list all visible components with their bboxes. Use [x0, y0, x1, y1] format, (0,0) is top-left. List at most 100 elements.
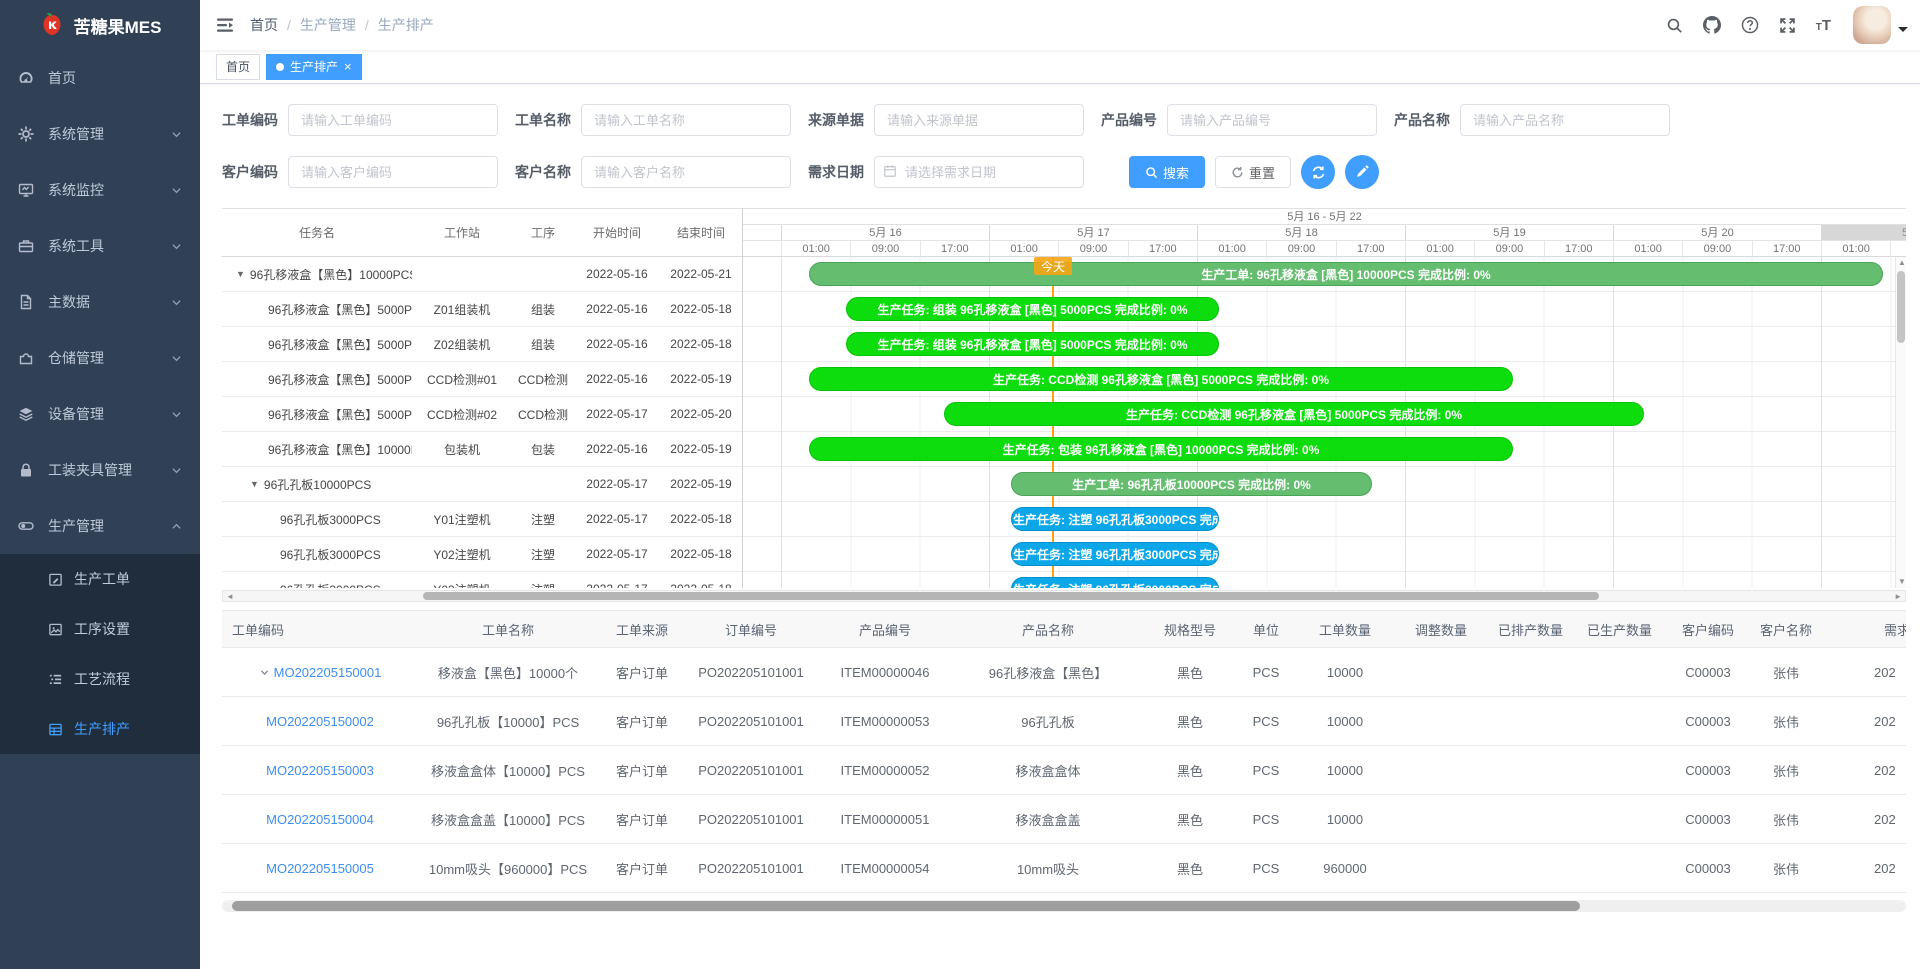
reset-button[interactable]: 重置 [1215, 156, 1291, 188]
sidebar-item-process-flow[interactable]: 工艺流程 [0, 654, 200, 704]
collapse-icon[interactable]: ▼ [236, 269, 245, 279]
gantt-row[interactable]: 96孔移液盒【黑色】5000PCS CCD检测#01 CCD检测 2022-05… [222, 362, 742, 397]
table-row[interactable]: MO202205150005 10mm吸头【960000】PCS 客户订单 PO… [222, 844, 1906, 893]
collapse-icon[interactable]: ▼ [250, 479, 259, 489]
hamburger-icon[interactable] [200, 15, 250, 35]
sidebar-item-warehouse-mgmt[interactable]: 仓储管理 [0, 330, 200, 386]
gantt-bar-task[interactable]: 生产任务: 注塑 96孔孔板3000PCS 完成比例: 0% [1011, 542, 1219, 566]
refresh-circle-button[interactable] [1301, 155, 1335, 189]
edit-circle-button[interactable] [1345, 155, 1379, 189]
gantt-row[interactable]: 96孔移液盒【黑色】5000PCS Z02组装机 组装 2022-05-16 2… [222, 327, 742, 362]
gantt-bar-task[interactable]: 生产任务: 包装 96孔移液盒 [黑色] 10000PCS 完成比例: 0% [809, 437, 1513, 461]
table-row[interactable]: MO202205150004 移液盒盒盖【10000】PCS 客户订单 PO20… [222, 795, 1906, 844]
col-customer-name: 客户名称 [1752, 620, 1820, 639]
scroll-up-icon[interactable]: ▲ [1898, 259, 1906, 267]
gantt-bar-workorder[interactable]: 生产工单: 96孔移液盒 [黑色] 10000PCS 完成比例: 0% [809, 262, 1883, 286]
timeline-week-label: 5月 16 - 5月 22 [743, 209, 1906, 225]
sidebar-item-master-data[interactable]: 主数据 [0, 274, 200, 330]
field-label: 需求日期 [808, 162, 874, 182]
workorder-link[interactable]: MO202205150003 [266, 763, 374, 778]
search-icon[interactable] [1656, 17, 1693, 34]
github-icon[interactable] [1693, 16, 1731, 34]
gantt-horizontal-scrollbar[interactable]: ◄ ► [222, 590, 1906, 602]
close-icon[interactable]: × [344, 60, 352, 73]
gantt-row[interactable]: ▼96孔移液盒【黑色】10000PCS 2022-05-16 2022-05-2… [222, 257, 742, 292]
breadcrumb-production-mgmt[interactable]: 生产管理 [300, 15, 356, 35]
gantt-bar-task[interactable]: 生产任务: 注塑 96孔孔板3000PCS 完成比例: 0% [1011, 507, 1219, 531]
scrollbar-thumb[interactable] [423, 592, 1599, 600]
gantt-bar-task[interactable]: 生产任务: 组装 96孔移液盒 [黑色] 5000PCS 完成比例: 0% [846, 332, 1219, 356]
breadcrumb-home[interactable]: 首页 [250, 15, 278, 35]
timeline-day-weekend: 5月 21 [1821, 225, 1906, 240]
search-button[interactable]: 搜索 [1129, 156, 1205, 188]
gantt-row[interactable]: 96孔移液盒【黑色】5000PCS Z01组装机 组装 2022-05-16 2… [222, 292, 742, 327]
workorder-link[interactable]: MO202205150001 [274, 665, 382, 680]
cell: 202 [1820, 812, 1906, 827]
sidebar-item-equipment-mgmt[interactable]: 设备管理 [0, 386, 200, 442]
app-logo[interactable]: 苦糖果MES [0, 0, 200, 50]
workorder-link[interactable]: MO202205150002 [266, 714, 374, 729]
font-size-icon[interactable]: TT [1806, 17, 1841, 34]
start-time: 2022-05-16 [574, 372, 660, 386]
gantt-bar-task[interactable]: 生产任务: 注塑 96孔孔板3000PCS 完成比例: 0% [1011, 577, 1219, 588]
help-icon[interactable] [1731, 16, 1769, 34]
tab-production-scheduling[interactable]: 生产排产 × [266, 54, 362, 80]
gantt-bar-workorder[interactable]: 生产工单: 96孔孔板10000PCS 完成比例: 0% [1011, 472, 1372, 496]
sidebar-item-home[interactable]: 首页 [0, 50, 200, 106]
workorder-link[interactable]: MO202205150005 [266, 861, 374, 876]
scroll-down-icon[interactable]: ▼ [1898, 578, 1906, 586]
scrollbar-thumb[interactable] [1897, 271, 1905, 343]
cell: PO202205101001 [686, 665, 816, 680]
customer-code-input[interactable] [288, 156, 498, 188]
timeline-hour: 09:00 [1474, 241, 1543, 256]
gantt-row[interactable]: 96孔移液盒【黑色】10000PCS 包装机 包装 2022-05-16 202… [222, 432, 742, 467]
sidebar-item-system-monitor[interactable]: 系统监控 [0, 162, 200, 218]
gantt-bar-task[interactable]: 生产任务: CCD检测 96孔移液盒 [黑色] 5000PCS 完成比例: 0% [944, 402, 1644, 426]
table-row[interactable]: MO202205150002 96孔孔板【10000】PCS 客户订单 PO20… [222, 697, 1906, 746]
gantt-row[interactable]: 96孔孔板3000PCS Y03注塑机 注塑 2022-05-17 2022-0… [222, 572, 742, 588]
sidebar-item-production-scheduling[interactable]: 生产排产 [0, 704, 200, 754]
scroll-left-icon[interactable]: ◄ [226, 593, 234, 601]
source-doc-input[interactable] [874, 104, 1084, 136]
sidebar-item-production-mgmt[interactable]: 生产管理 [0, 498, 200, 554]
cell: 202 [1820, 861, 1906, 876]
scroll-right-icon[interactable]: ► [1894, 593, 1902, 601]
process: CCD检测 [512, 406, 574, 423]
gantt-row[interactable]: 96孔孔板3000PCS Y01注塑机 注塑 2022-05-17 2022-0… [222, 502, 742, 537]
gantt-bar-task[interactable]: 生产任务: CCD检测 96孔移液盒 [黑色] 5000PCS 完成比例: 0% [809, 367, 1513, 391]
end-time: 2022-05-18 [660, 582, 742, 588]
customer-name-input[interactable] [581, 156, 791, 188]
order-name-input[interactable] [581, 104, 791, 136]
scrollbar-thumb[interactable] [232, 901, 1580, 911]
gantt-row[interactable]: ▼96孔孔板10000PCS 2022-05-17 2022-05-19 [222, 467, 742, 502]
sidebar-item-production-workorder[interactable]: 生产工单 [0, 554, 200, 604]
cell: 黑色 [1142, 810, 1238, 829]
table-row[interactable]: MO202205150003 移液盒盒体【10000】PCS 客户订单 PO20… [222, 746, 1906, 795]
table-horizontal-scrollbar[interactable] [222, 900, 1906, 912]
cell: 10mm吸头 [954, 859, 1142, 878]
content: 工单编码 工单名称 来源单据 产品编号 产品名称 客户编码 [200, 84, 1920, 912]
tab-label: 生产排产 [290, 58, 338, 75]
table-row[interactable]: MO202205150001 移液盒【黑色】10000个 客户订单 PO2022… [222, 648, 1906, 697]
workorder-link[interactable]: MO202205150004 [266, 812, 374, 827]
sidebar-item-fixture-mgmt[interactable]: 工装夹具管理 [0, 442, 200, 498]
lock-icon [18, 462, 34, 478]
avatar-caret-icon[interactable] [1898, 27, 1908, 37]
demand-date-input[interactable] [874, 156, 1084, 188]
tab-home[interactable]: 首页 [216, 54, 260, 80]
gantt-vertical-scrollbar[interactable]: ▲ ▼ [1895, 257, 1906, 588]
order-code-input[interactable] [288, 104, 498, 136]
avatar[interactable] [1853, 6, 1891, 44]
breadcrumb: 首页 / 生产管理 / 生产排产 [250, 15, 434, 35]
product-name-input[interactable] [1460, 104, 1670, 136]
gantt-bar-task[interactable]: 生产任务: 组装 96孔移液盒 [黑色] 5000PCS 完成比例: 0% [846, 297, 1219, 321]
gantt-row[interactable]: 96孔孔板3000PCS Y02注塑机 注塑 2022-05-17 2022-0… [222, 537, 742, 572]
sidebar-item-process-settings[interactable]: 工序设置 [0, 604, 200, 654]
expand-caret-icon[interactable] [259, 667, 270, 678]
gantt-row[interactable]: 96孔移液盒【黑色】5000PCS CCD检测#02 CCD检测 2022-05… [222, 397, 742, 432]
product-code-input[interactable] [1167, 104, 1377, 136]
sidebar-item-system-tools[interactable]: 系统工具 [0, 218, 200, 274]
sidebar-item-system-mgmt[interactable]: 系统管理 [0, 106, 200, 162]
fullscreen-icon[interactable] [1769, 17, 1806, 34]
end-time: 2022-05-18 [660, 512, 742, 526]
